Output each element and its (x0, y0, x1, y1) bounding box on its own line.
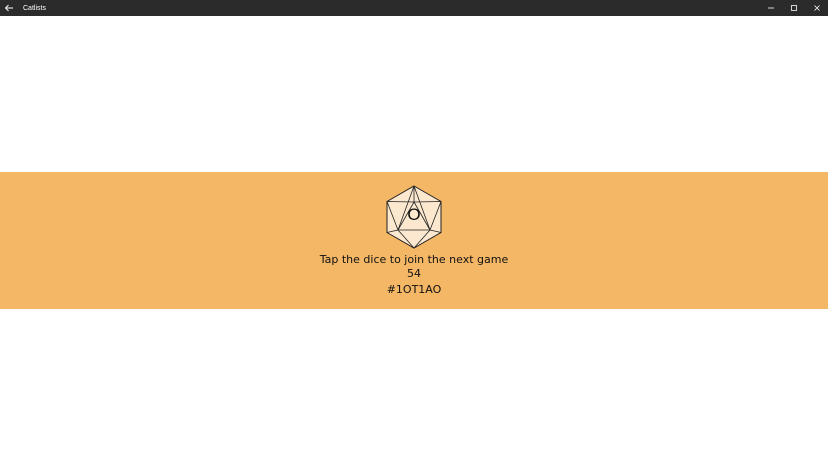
close-icon (813, 5, 820, 11)
main-content: O Tap the dice to join the next game 54 … (0, 16, 828, 466)
minimize-button[interactable] (759, 0, 782, 16)
dice-letter: O (407, 205, 421, 224)
minimize-icon (767, 7, 774, 9)
maximize-icon (790, 5, 797, 11)
countdown-value: 54 (407, 267, 421, 280)
join-prompt: Tap the dice to join the next game (319, 253, 509, 266)
close-button[interactable] (805, 0, 828, 16)
join-dice-button[interactable]: O (385, 185, 443, 249)
game-banner: O Tap the dice to join the next game 54 … (0, 172, 828, 309)
back-arrow-icon (4, 4, 13, 12)
title-bar: Catlists (0, 0, 828, 16)
back-button[interactable] (0, 0, 18, 16)
maximize-button[interactable] (782, 0, 805, 16)
game-code: #1OT1AO (386, 283, 442, 296)
app-window: Catlists O Tap the dice to join the next… (0, 0, 828, 466)
app-title: Catlists (23, 4, 46, 12)
window-controls (759, 0, 828, 16)
